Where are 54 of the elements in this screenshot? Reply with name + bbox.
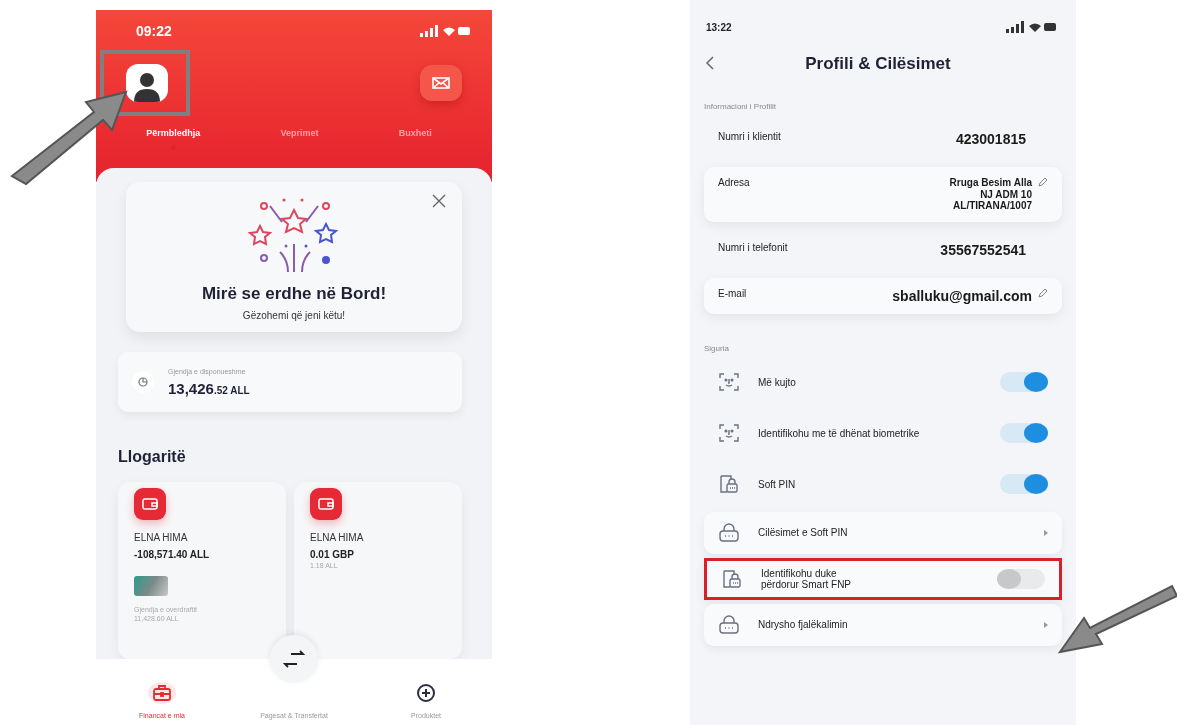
toggle-switch[interactable] <box>997 568 1045 589</box>
info-label: Numri i telefonit <box>718 241 788 253</box>
document-lock-icon <box>721 567 743 590</box>
pie-chart-icon <box>132 371 154 393</box>
transfer-arrows-icon <box>283 650 305 668</box>
account-balance: 0.01 GBP <box>310 549 355 560</box>
balance-amount: 13,426.52 ALL <box>168 379 250 397</box>
chevron-icon <box>1044 529 1048 536</box>
padlock-icon <box>718 613 740 636</box>
envelope-icon <box>432 77 450 89</box>
status-icons <box>1006 21 1058 33</box>
chevron-icon <box>1044 621 1048 628</box>
info-label: E-mail <box>718 287 747 299</box>
info-label: Numri i klientit <box>718 131 781 142</box>
face-scan-icon <box>718 422 740 444</box>
menu-item[interactable]: Ndrysho fjalëkalimin <box>718 603 1026 646</box>
setting-label: Identifikohu me të dhënat biometrike <box>758 427 921 439</box>
transfer-button[interactable] <box>270 635 318 683</box>
status-time: 09:22 <box>136 23 172 39</box>
tab[interactable]: Përmbledhja <box>140 124 207 150</box>
toggle-switch[interactable] <box>1000 372 1048 392</box>
mail-button[interactable] <box>420 65 462 101</box>
info-value: Rruga Besim Alla NJ ADM 10 AL/TIRANA/1007 <box>949 177 1032 212</box>
setting-label: Më kujto <box>758 376 797 388</box>
setting-label: Identifikohu duke përdorur Smart FNP <box>761 567 853 590</box>
account-holder: ELNA HIMA <box>310 532 365 543</box>
pencil-icon[interactable] <box>1038 287 1048 298</box>
welcome-title: Mirë se erdhe në Bord! <box>201 284 387 304</box>
section-heading: Informacioni i Profilit <box>704 102 778 111</box>
briefcase-icon <box>152 684 172 702</box>
info-label: Adresa <box>718 177 750 188</box>
plus-circle-icon <box>416 683 436 703</box>
accounts-heading: Llogaritë <box>118 448 187 466</box>
wallet-icon <box>134 488 166 520</box>
status-icons <box>420 25 472 37</box>
info-value: 35567552541 <box>940 241 1026 258</box>
account-balance: -108,571.40 ALL <box>134 549 211 560</box>
welcome-subtitle: Gëzohemi që jeni këtu! <box>242 310 346 321</box>
setting-label: Soft PIN <box>758 478 797 490</box>
info-value: sballuku@gmail.com <box>892 287 1032 304</box>
face-scan-icon <box>718 371 740 393</box>
toggle-switch[interactable] <box>1000 423 1048 443</box>
menu-item[interactable]: Cilësimet e Soft PIN <box>718 511 1026 554</box>
document-lock-icon <box>718 473 740 495</box>
status-time: 13:22 <box>706 21 732 33</box>
avatar-silhouette[interactable] <box>126 64 168 102</box>
pencil-icon[interactable] <box>1038 177 1048 187</box>
section-heading: Siguria <box>704 343 730 353</box>
screen-title: Profili & Cilësimet <box>804 54 952 74</box>
padlock-icon <box>718 521 740 544</box>
account-holder: ELNA HIMA <box>134 532 189 543</box>
wallet-icon <box>310 488 342 520</box>
toggle-switch[interactable] <box>1000 474 1048 494</box>
info-value: 423001815 <box>955 131 1026 147</box>
